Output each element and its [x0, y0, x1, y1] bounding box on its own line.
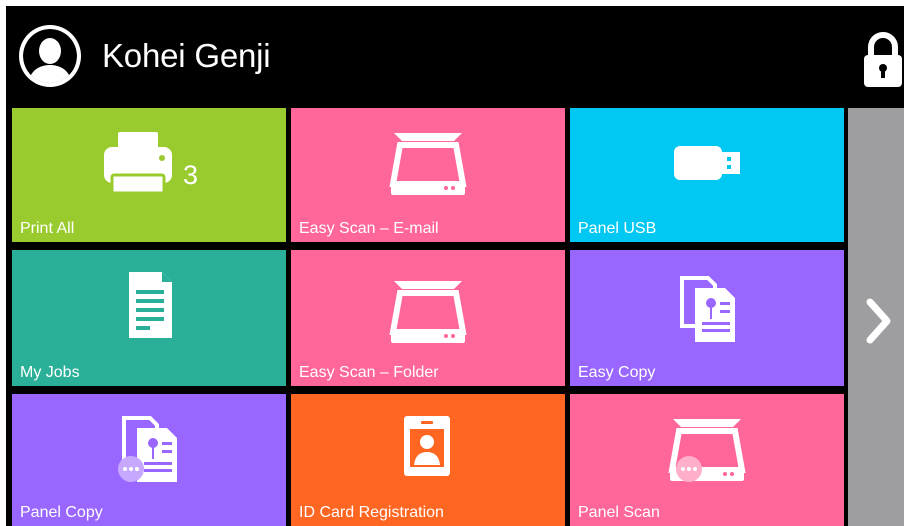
header-bar: Kohei Genji	[6, 6, 904, 106]
tile-easy-scan-email[interactable]: Easy Scan – E-mail	[291, 108, 565, 242]
user-name: Kohei Genji	[102, 37, 271, 74]
tile-label: Easy Copy	[578, 364, 656, 381]
tile-panel-copy[interactable]: Panel Copy	[12, 394, 286, 526]
tile-easy-scan-folder[interactable]: Easy Scan – Folder	[291, 250, 565, 386]
lock-icon[interactable]	[862, 32, 904, 88]
tile-label: Panel Scan	[578, 504, 660, 521]
tile-panel-scan[interactable]: Panel Scan	[570, 394, 844, 526]
tile-label: Panel Copy	[20, 504, 103, 521]
tile-label: ID Card Registration	[299, 504, 444, 521]
tile-print-all[interactable]: 3 Print All	[12, 108, 286, 242]
terminal-screen: Kohei Genji 3 Print All Easy Scan – E-ma…	[6, 6, 904, 526]
tile-easy-copy[interactable]: Easy Copy	[570, 250, 844, 386]
chevron-right-icon	[866, 298, 891, 344]
user-avatar-icon[interactable]	[18, 24, 82, 88]
tile-label: Easy Scan – E-mail	[299, 220, 439, 237]
tile-label: Print All	[20, 220, 75, 237]
tile-label: Easy Scan – Folder	[299, 364, 439, 381]
tile-panel-usb[interactable]: Panel USB	[570, 108, 844, 242]
tile-my-jobs[interactable]: My Jobs	[12, 250, 286, 386]
tile-id-card-registration[interactable]: ID Card Registration	[291, 394, 565, 526]
print-all-badge: 3	[183, 160, 199, 190]
tile-label: My Jobs	[20, 364, 80, 381]
next-page-button[interactable]	[848, 108, 904, 526]
tile-label: Panel USB	[578, 220, 657, 237]
